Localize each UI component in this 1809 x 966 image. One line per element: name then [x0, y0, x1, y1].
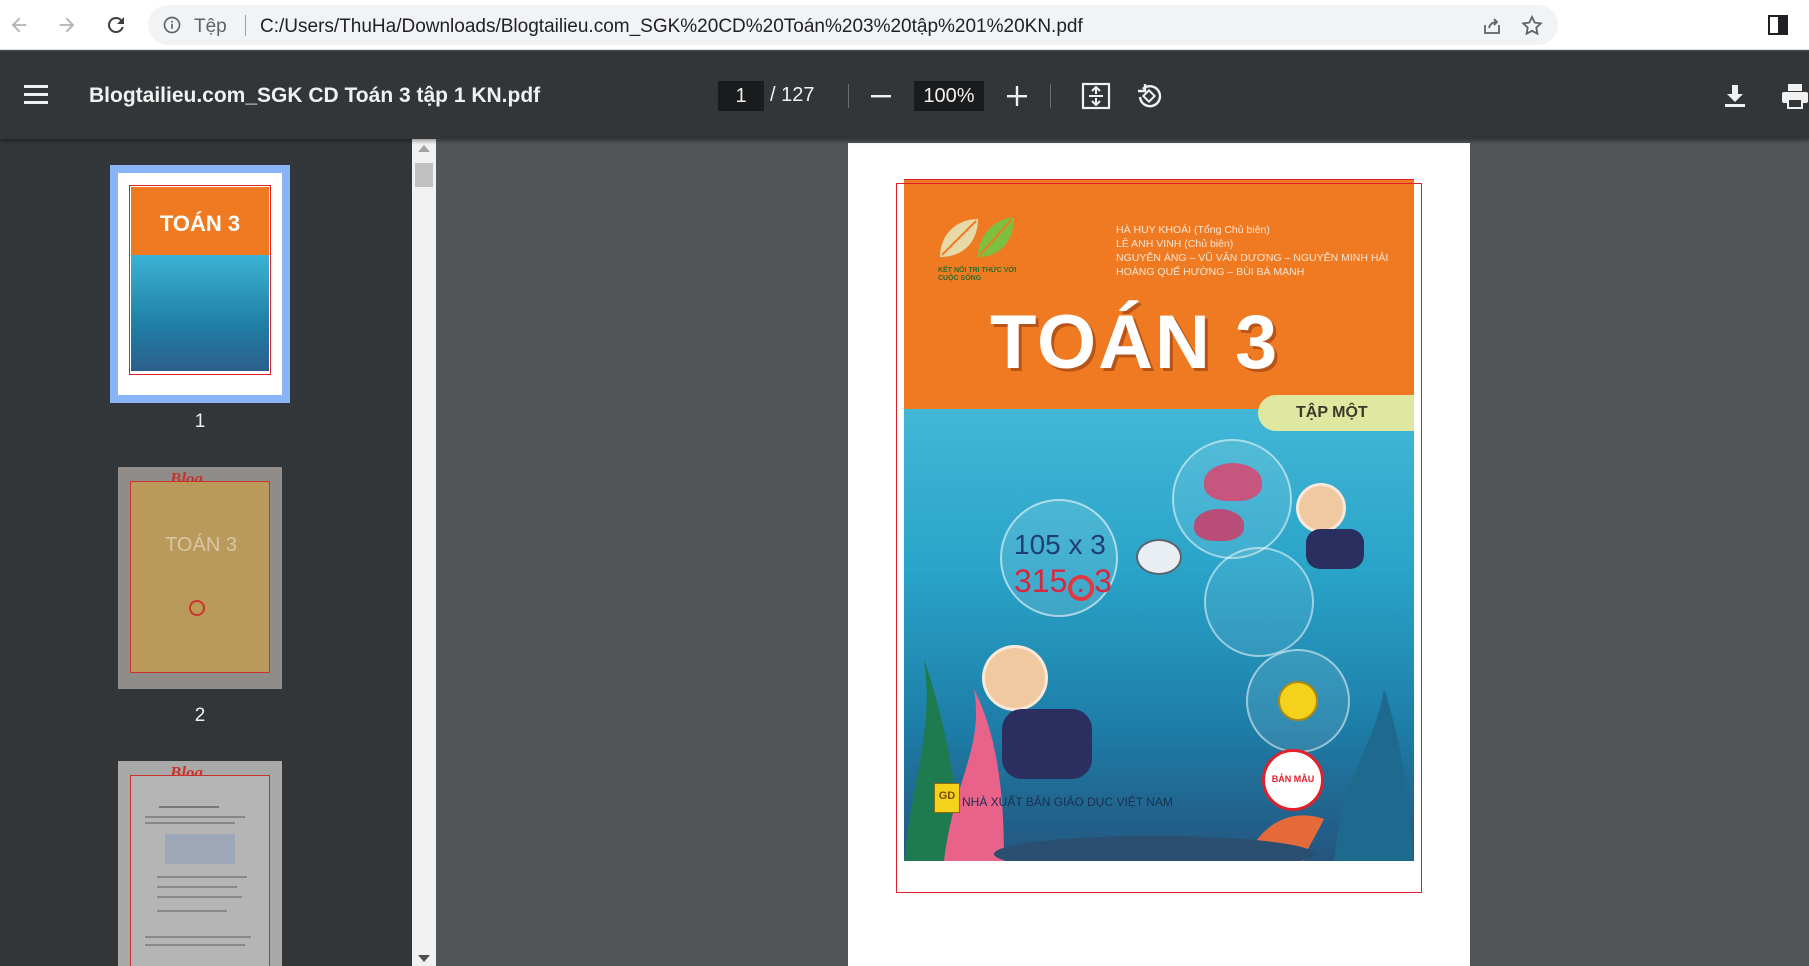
share-icon[interactable]	[1480, 14, 1504, 38]
address-bar[interactable]: Tệp C:/Users/ThuHa/Downloads/Blogtailieu…	[148, 5, 1558, 45]
pdf-toolbar: Blogtailieu.com_SGK CD Toán 3 tập 1 KN.p…	[0, 51, 1809, 139]
menu-icon[interactable]	[22, 82, 50, 108]
text-line	[157, 886, 237, 888]
rotate-counterclockwise-icon[interactable]	[1134, 81, 1164, 111]
url-text[interactable]: C:/Users/ThuHa/Downloads/Blogtailieu.com…	[260, 16, 1083, 38]
thumbnail-number: 2	[194, 705, 206, 726]
print-icon[interactable]	[1780, 82, 1809, 110]
scroll-down-arrow-icon[interactable]	[418, 955, 430, 962]
download-icon[interactable]	[1721, 82, 1749, 110]
page-trim-line	[904, 179, 1414, 180]
text-line	[145, 944, 245, 946]
toolbar-divider	[848, 84, 849, 108]
pdf-page-1: KẾT NỐI TRI THỨC VỚI CUỘC SỐNG HÀ HUY KH…	[848, 143, 1470, 966]
toolbar-divider	[1050, 84, 1051, 108]
zoom-in-icon[interactable]	[1004, 83, 1030, 109]
browser-toolbar: Tệp C:/Users/ThuHa/Downloads/Blogtailieu…	[0, 0, 1809, 50]
thumbnail-border	[129, 185, 271, 375]
zoom-out-icon[interactable]	[868, 83, 894, 109]
text-line	[145, 816, 245, 818]
info-icon[interactable]	[162, 15, 182, 35]
thumbnail-title: TOÁN 3	[165, 534, 237, 556]
text-line	[145, 936, 251, 938]
back-button[interactable]	[2, 8, 36, 42]
reload-button[interactable]	[99, 8, 133, 42]
bookmark-star-icon[interactable]	[1520, 14, 1544, 38]
stamp-icon	[189, 600, 205, 616]
sidebar-scrollbar[interactable]	[412, 139, 436, 966]
text-line	[157, 910, 227, 912]
document-title: Blogtailieu.com_SGK CD Toán 3 tập 1 KN.p…	[89, 84, 541, 107]
arrow-right-icon	[59, 17, 75, 33]
fit-to-page-icon[interactable]	[1081, 82, 1111, 110]
scroll-up-arrow-icon[interactable]	[418, 145, 430, 152]
arrow-left-icon	[11, 17, 27, 33]
scrollbar-thumb[interactable]	[415, 163, 433, 187]
page-number-input[interactable]: 1	[718, 81, 764, 111]
thumbnail-illustration	[165, 834, 235, 864]
thumbnail-page-2[interactable]: Blog TOÁN 3	[118, 467, 282, 689]
reload-icon	[107, 16, 124, 33]
thumbnail-guide-page	[130, 775, 270, 966]
thumbnail-number: 1	[194, 411, 206, 432]
page-crop-border	[896, 183, 1422, 893]
omnibox-divider	[245, 15, 246, 36]
page-count: / 127	[770, 84, 815, 106]
text-line	[157, 896, 242, 898]
zoom-level-input[interactable]: 100%	[914, 81, 984, 111]
thumbnail-page-1[interactable]: TOÁN 3	[110, 165, 290, 403]
side-panel-icon[interactable]	[1766, 13, 1790, 37]
file-scheme-label: Tệp	[194, 16, 227, 37]
thumbnail-page-3[interactable]: Blog	[118, 761, 282, 966]
document-viewer[interactable]: KẾT NỐI TRI THỨC VỚI CUỘC SỐNG HÀ HUY KH…	[436, 139, 1809, 966]
thumbnail-sidebar: TOÁN 3 1 Blog TOÁN 3 2 Blog	[0, 139, 412, 966]
text-line	[159, 806, 219, 808]
text-line	[157, 876, 247, 878]
thumbnail-page-surface: TOÁN 3	[118, 173, 282, 395]
forward-button[interactable]	[50, 8, 84, 42]
text-line	[145, 822, 235, 824]
thumbnail-cover-faded: TOÁN 3	[130, 481, 270, 673]
